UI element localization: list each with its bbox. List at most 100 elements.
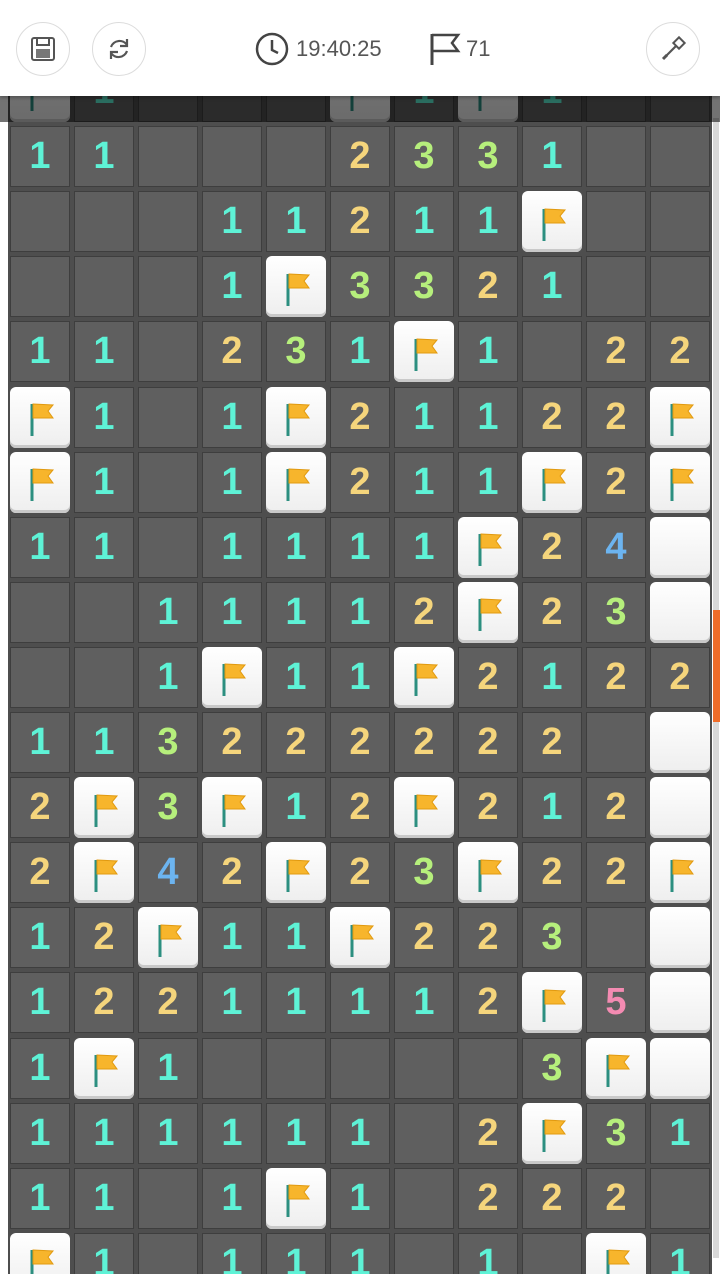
revealed-cell[interactable]: 3 bbox=[394, 256, 454, 318]
revealed-cell[interactable]: 2 bbox=[330, 126, 390, 188]
revealed-cell[interactable]: 1 bbox=[74, 1232, 134, 1274]
revealed-cell[interactable]: 1 bbox=[266, 646, 326, 708]
revealed-cell[interactable] bbox=[202, 126, 262, 188]
revealed-cell[interactable]: 1 bbox=[74, 386, 134, 448]
revealed-cell[interactable]: 1 bbox=[202, 907, 262, 969]
revealed-cell[interactable]: 2 bbox=[202, 712, 262, 774]
revealed-cell[interactable] bbox=[10, 256, 70, 318]
revealed-cell[interactable]: 2 bbox=[330, 777, 390, 839]
revealed-cell[interactable]: 2 bbox=[330, 712, 390, 774]
revealed-cell[interactable] bbox=[586, 126, 646, 188]
revealed-cell[interactable]: 1 bbox=[74, 451, 134, 513]
revealed-cell[interactable]: 2 bbox=[586, 321, 646, 383]
revealed-cell[interactable]: 2 bbox=[586, 1167, 646, 1229]
revealed-cell[interactable]: 2 bbox=[586, 842, 646, 904]
revealed-cell[interactable]: 2 bbox=[458, 1167, 518, 1229]
flagged-cell[interactable] bbox=[74, 1037, 134, 1099]
revealed-cell[interactable]: 1 bbox=[266, 1232, 326, 1274]
covered-cell[interactable] bbox=[650, 712, 710, 774]
flagged-cell[interactable] bbox=[522, 191, 582, 253]
flagged-cell[interactable] bbox=[74, 842, 134, 904]
revealed-cell[interactable]: 2 bbox=[458, 1102, 518, 1164]
revealed-cell[interactable]: 2 bbox=[138, 972, 198, 1034]
revealed-cell[interactable]: 1 bbox=[266, 777, 326, 839]
revealed-cell[interactable]: 1 bbox=[522, 777, 582, 839]
revealed-cell[interactable] bbox=[650, 1167, 710, 1229]
flagged-cell[interactable] bbox=[394, 321, 454, 383]
revealed-cell[interactable]: 1 bbox=[10, 1037, 70, 1099]
covered-cell[interactable] bbox=[650, 581, 710, 643]
flagged-cell[interactable] bbox=[458, 581, 518, 643]
flagged-cell[interactable] bbox=[138, 907, 198, 969]
save-button[interactable] bbox=[16, 22, 70, 76]
revealed-cell[interactable]: 1 bbox=[330, 1102, 390, 1164]
revealed-cell[interactable]: 1 bbox=[202, 386, 262, 448]
flagged-cell[interactable] bbox=[522, 451, 582, 513]
revealed-cell[interactable] bbox=[394, 1167, 454, 1229]
flagged-cell[interactable] bbox=[586, 1037, 646, 1099]
revealed-cell[interactable]: 1 bbox=[650, 1232, 710, 1274]
revealed-cell[interactable]: 1 bbox=[458, 386, 518, 448]
revealed-cell[interactable]: 2 bbox=[74, 972, 134, 1034]
revealed-cell[interactable]: 1 bbox=[10, 712, 70, 774]
revealed-cell[interactable]: 1 bbox=[74, 321, 134, 383]
revealed-cell[interactable] bbox=[74, 256, 134, 318]
revealed-cell[interactable]: 1 bbox=[266, 1102, 326, 1164]
flagged-cell[interactable] bbox=[650, 451, 710, 513]
revealed-cell[interactable]: 3 bbox=[138, 712, 198, 774]
revealed-cell[interactable] bbox=[522, 1232, 582, 1274]
flagged-cell[interactable] bbox=[522, 1102, 582, 1164]
revealed-cell[interactable] bbox=[10, 581, 70, 643]
revealed-cell[interactable]: 1 bbox=[74, 1102, 134, 1164]
revealed-cell[interactable]: 1 bbox=[138, 581, 198, 643]
restart-button[interactable] bbox=[92, 22, 146, 76]
revealed-cell[interactable]: 2 bbox=[650, 321, 710, 383]
revealed-cell[interactable]: 1 bbox=[202, 581, 262, 643]
revealed-cell[interactable]: 2 bbox=[458, 777, 518, 839]
flagged-cell[interactable] bbox=[650, 842, 710, 904]
flagged-cell[interactable] bbox=[458, 842, 518, 904]
flagged-cell[interactable] bbox=[10, 1232, 70, 1274]
revealed-cell[interactable]: 2 bbox=[10, 842, 70, 904]
revealed-cell[interactable] bbox=[10, 646, 70, 708]
flagged-cell[interactable] bbox=[586, 1232, 646, 1274]
revealed-cell[interactable]: 1 bbox=[330, 1167, 390, 1229]
revealed-cell[interactable]: 3 bbox=[586, 1102, 646, 1164]
revealed-cell[interactable]: 1 bbox=[10, 321, 70, 383]
revealed-cell[interactable] bbox=[138, 1167, 198, 1229]
revealed-cell[interactable]: 1 bbox=[458, 451, 518, 513]
revealed-cell[interactable] bbox=[138, 1232, 198, 1274]
revealed-cell[interactable] bbox=[586, 256, 646, 318]
revealed-cell[interactable]: 3 bbox=[266, 321, 326, 383]
revealed-cell[interactable]: 1 bbox=[10, 972, 70, 1034]
revealed-cell[interactable]: 1 bbox=[10, 1102, 70, 1164]
revealed-cell[interactable] bbox=[74, 191, 134, 253]
scroll-thumb[interactable] bbox=[713, 610, 720, 722]
revealed-cell[interactable] bbox=[266, 1037, 326, 1099]
revealed-cell[interactable] bbox=[586, 712, 646, 774]
revealed-cell[interactable]: 2 bbox=[266, 712, 326, 774]
flagged-cell[interactable] bbox=[522, 972, 582, 1034]
covered-cell[interactable] bbox=[650, 777, 710, 839]
revealed-cell[interactable]: 1 bbox=[10, 907, 70, 969]
flagged-cell[interactable] bbox=[266, 842, 326, 904]
revealed-cell[interactable]: 2 bbox=[458, 712, 518, 774]
revealed-cell[interactable]: 2 bbox=[522, 386, 582, 448]
revealed-cell[interactable]: 1 bbox=[394, 451, 454, 513]
flagged-cell[interactable] bbox=[394, 646, 454, 708]
revealed-cell[interactable]: 1 bbox=[266, 516, 326, 578]
revealed-cell[interactable]: 1 bbox=[10, 516, 70, 578]
revealed-cell[interactable]: 2 bbox=[522, 1167, 582, 1229]
covered-cell[interactable] bbox=[650, 1037, 710, 1099]
revealed-cell[interactable]: 3 bbox=[522, 1037, 582, 1099]
revealed-cell[interactable] bbox=[138, 451, 198, 513]
revealed-cell[interactable]: 1 bbox=[266, 972, 326, 1034]
revealed-cell[interactable]: 4 bbox=[138, 842, 198, 904]
revealed-cell[interactable]: 2 bbox=[330, 191, 390, 253]
revealed-cell[interactable]: 1 bbox=[266, 581, 326, 643]
revealed-cell[interactable]: 3 bbox=[522, 907, 582, 969]
revealed-cell[interactable]: 1 bbox=[458, 1232, 518, 1274]
revealed-cell[interactable]: 2 bbox=[522, 581, 582, 643]
covered-cell[interactable] bbox=[650, 516, 710, 578]
revealed-cell[interactable] bbox=[202, 1037, 262, 1099]
